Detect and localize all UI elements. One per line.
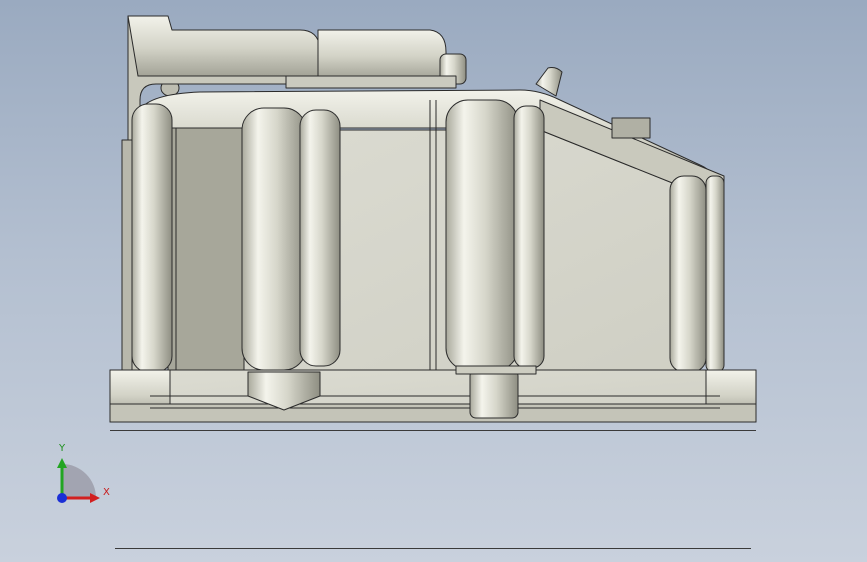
center-top-plate [285, 75, 457, 89]
tube-left [131, 103, 173, 373]
tube-right [669, 175, 707, 373]
angled-nozzle [535, 67, 563, 97]
top-back-rail-right [317, 29, 447, 83]
right-top-block [611, 117, 651, 139]
tube-third-b [513, 105, 545, 369]
left-strip [121, 139, 133, 381]
x-axis-label: X [103, 487, 110, 498]
base-lip [109, 403, 757, 423]
graphics-viewport[interactable]: Y X [0, 0, 867, 562]
tube-right-b [705, 175, 725, 373]
bottom-step [455, 365, 537, 375]
top-back-rail [127, 15, 321, 81]
left-cavity [167, 127, 245, 381]
ground-line [110, 430, 756, 431]
cad-model[interactable] [0, 0, 867, 562]
bottom-boss-right [469, 369, 519, 419]
triad-quadrant [62, 464, 96, 498]
bottom-line [115, 548, 751, 549]
tube-third [445, 99, 519, 371]
tube-second-b [299, 109, 341, 367]
y-axis-label: Y [59, 443, 66, 454]
tube-second [241, 107, 307, 371]
z-axis-dot [57, 493, 67, 503]
y-axis-arrow [57, 458, 67, 468]
